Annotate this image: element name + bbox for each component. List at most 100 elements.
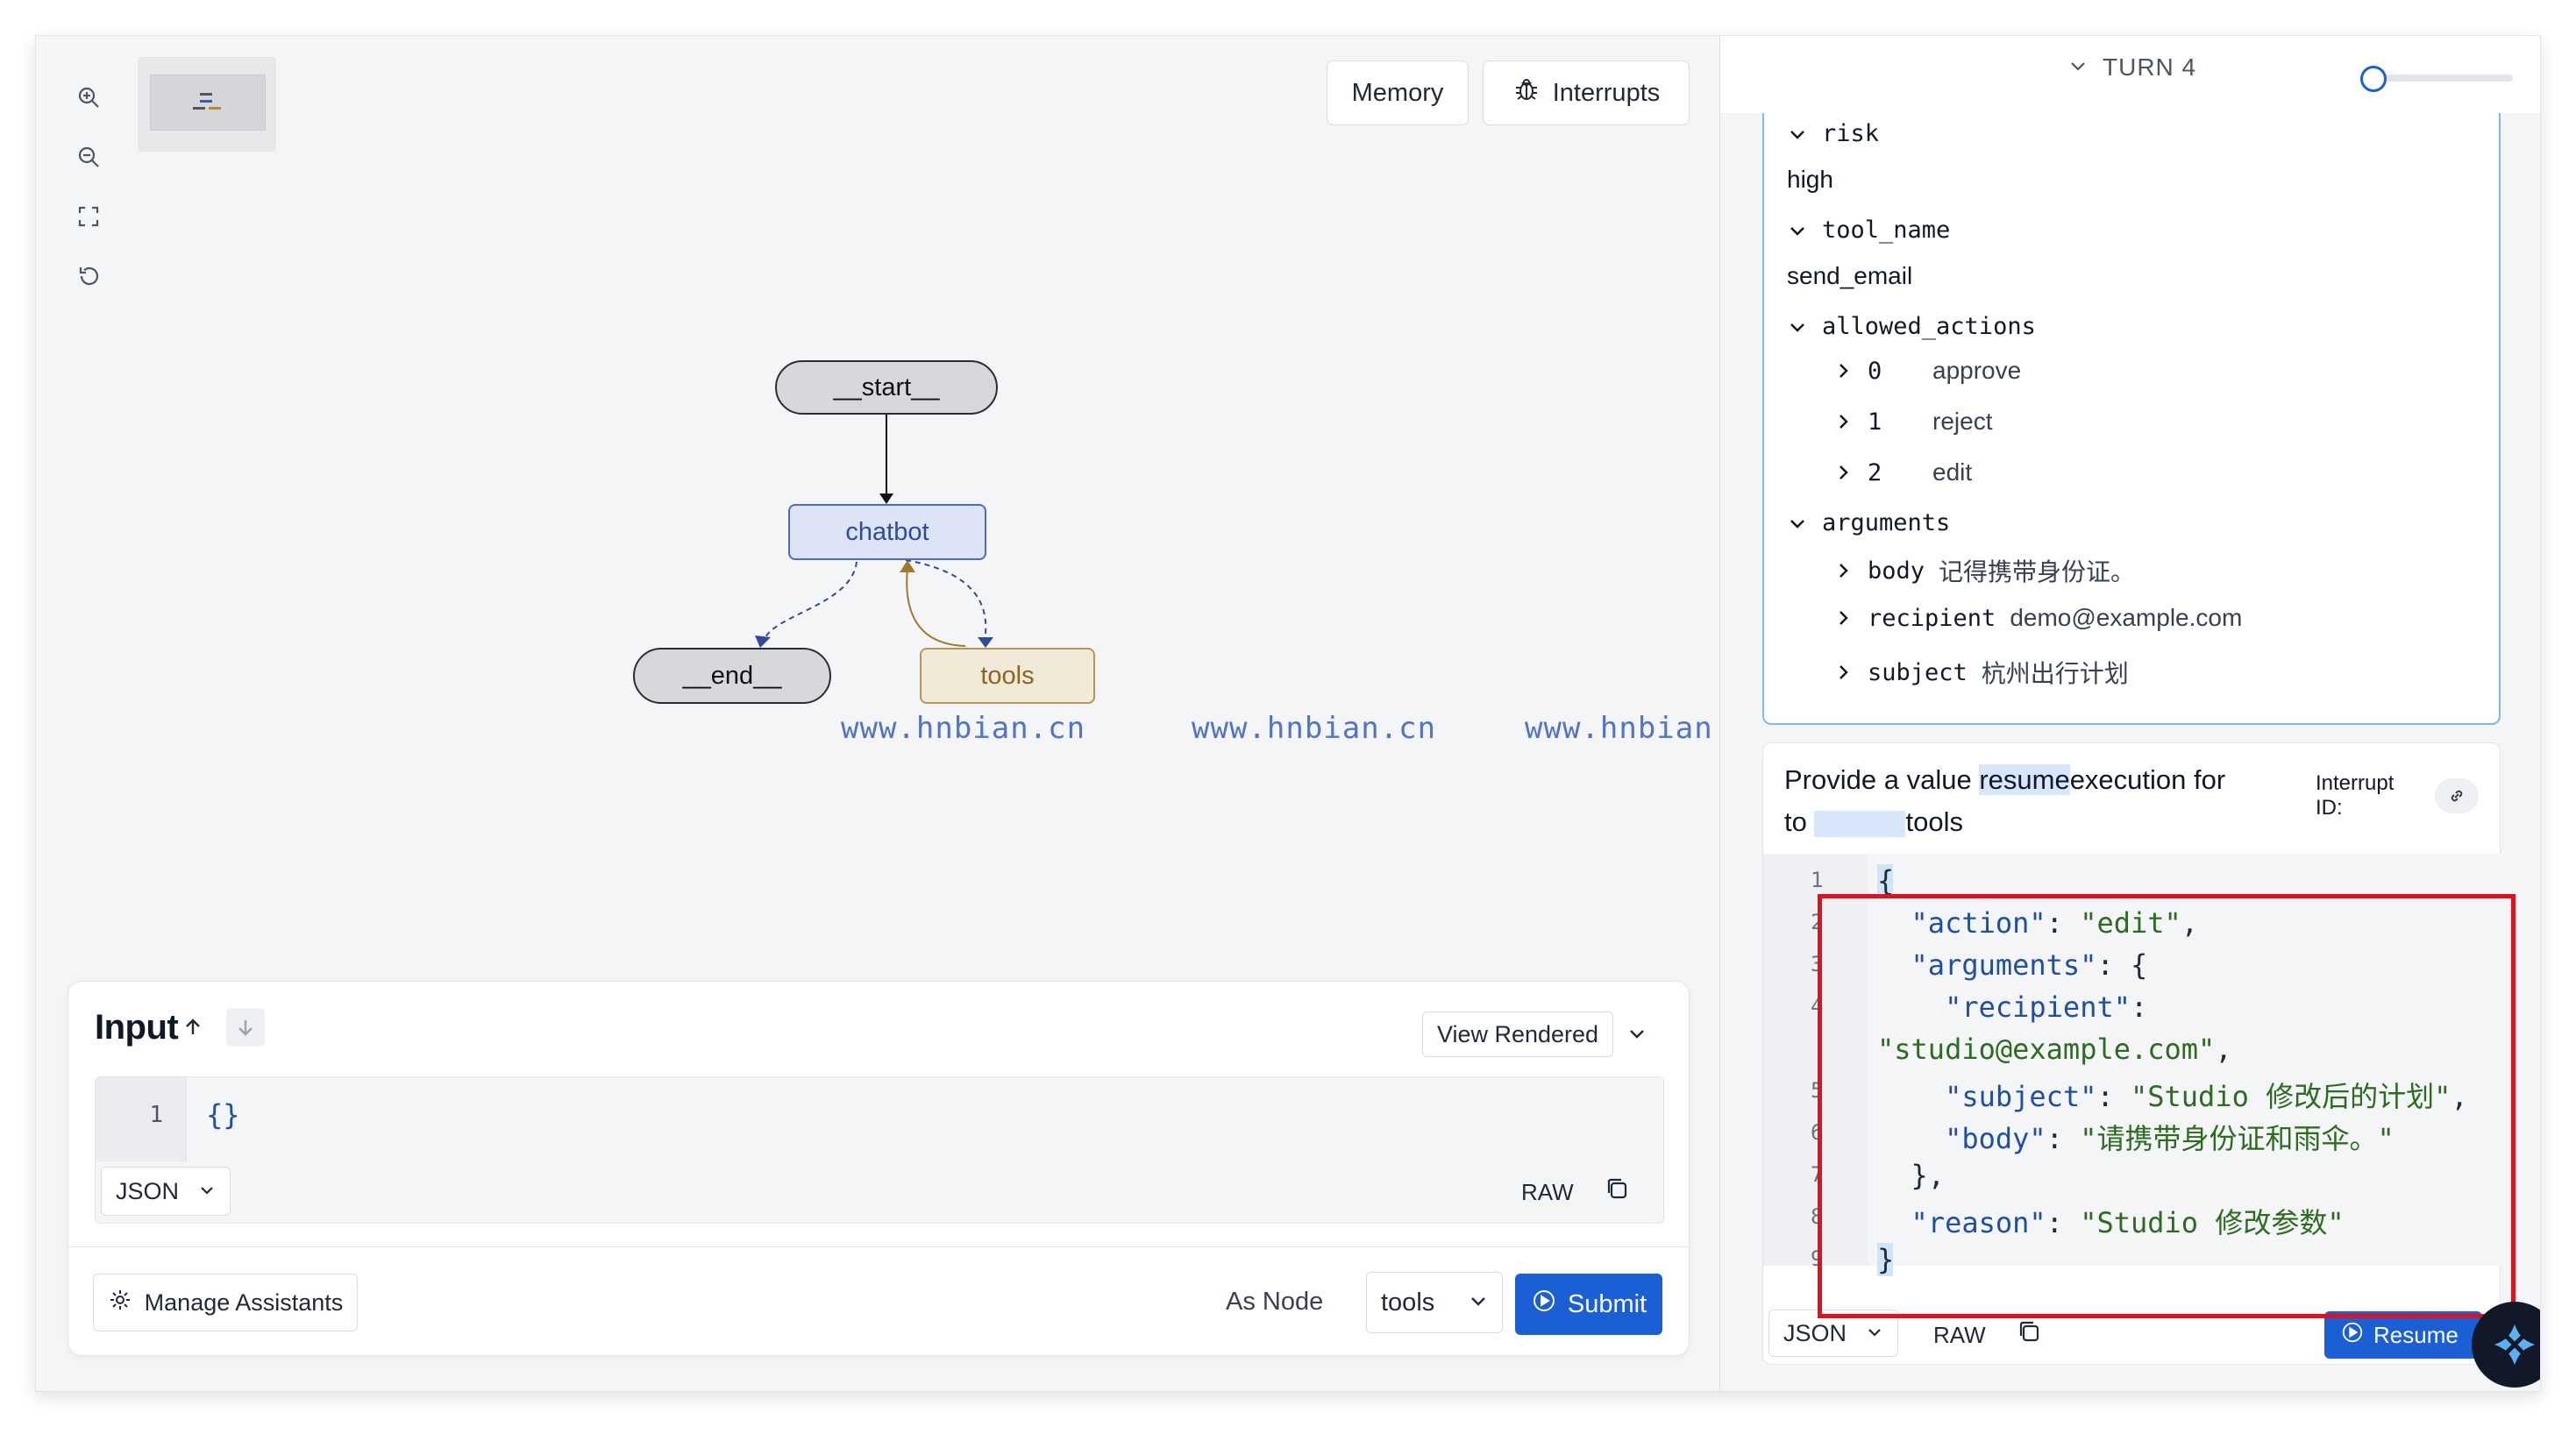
graph-canvas[interactable]: Memory Interrupts __start__ chatbot __en… xyxy=(36,36,1768,1391)
edge-start-chatbot-arrow xyxy=(879,493,893,504)
view-rendered-label: View Rendered xyxy=(1436,1020,1599,1047)
resume-label: Resume xyxy=(2373,1321,2459,1348)
input-footer: Manage Assistants As Node tools Submit xyxy=(68,1246,1689,1357)
tree-key: arguments xyxy=(1822,509,1951,536)
turn-header: TURN 4 xyxy=(1720,36,2540,113)
tree-index: 2 xyxy=(1868,458,1882,486)
node-tools-label: tools xyxy=(980,661,1035,690)
edge-chatbot-tools-arrow xyxy=(978,637,993,648)
tree-value: approve xyxy=(1932,357,2022,384)
arrow-down-icon[interactable] xyxy=(226,1008,265,1047)
node-chatbot[interactable]: chatbot xyxy=(788,504,986,560)
submit-button[interactable]: Submit xyxy=(1515,1274,1662,1335)
editor-code-area[interactable]: {} xyxy=(187,1077,1663,1161)
tree-row-argument[interactable]: body 记得携带身份证。 xyxy=(1831,553,2135,588)
chevron-right-icon[interactable] xyxy=(1831,558,1855,583)
thread-panel: risk high tool_name send_email allowed_a… xyxy=(1719,36,2540,1391)
interrupt-id-label: Interrupt ID: xyxy=(2316,771,2395,820)
copy-icon[interactable] xyxy=(1604,1175,1630,1206)
tree-index: 0 xyxy=(1868,357,1882,385)
tree-row-arguments[interactable]: arguments xyxy=(1785,509,1950,536)
edge-chatbot-end-arrow xyxy=(755,635,771,648)
resume-title-part: execution for xyxy=(2069,764,2226,795)
chevron-down-icon[interactable] xyxy=(1785,122,1810,146)
link-icon[interactable] xyxy=(2435,778,2479,813)
node-end-label: __end__ xyxy=(682,661,782,690)
annotation-highlight-box xyxy=(1818,894,2516,1318)
node-start[interactable]: __start__ xyxy=(775,360,998,415)
format-select[interactable]: JSON xyxy=(101,1167,231,1216)
chevron-right-icon[interactable] xyxy=(1831,660,1855,685)
manage-assistants-button[interactable]: Manage Assistants xyxy=(93,1274,358,1331)
node-start-label: __start__ xyxy=(833,373,940,401)
node-tools[interactable]: tools xyxy=(920,648,1095,704)
watermark-text: www.hnbian.cn xyxy=(1192,711,1437,746)
chevron-right-icon[interactable] xyxy=(1831,409,1855,434)
node-chatbot-label: chatbot xyxy=(845,517,929,546)
chevron-down-icon[interactable] xyxy=(1785,511,1810,536)
turn-slider-track[interactable] xyxy=(2376,75,2513,82)
resume-button[interactable]: Resume xyxy=(2324,1311,2482,1359)
chevron-down-icon xyxy=(1866,1320,1883,1347)
tree-value: reject xyxy=(1932,408,1993,435)
editor-code[interactable]: {} xyxy=(206,1098,240,1132)
tree-row-action[interactable]: 0 approve xyxy=(1831,357,2021,385)
tree-row-allowed-actions[interactable]: allowed_actions xyxy=(1785,313,2036,340)
tree-value-risk: high xyxy=(1787,166,1833,194)
tree-value: 记得携带身份证。 xyxy=(1939,558,2136,586)
chevron-right-icon[interactable] xyxy=(1831,358,1855,383)
selection-highlight xyxy=(1814,810,1906,837)
chevron-right-icon[interactable] xyxy=(1831,606,1855,630)
tree-key: allowed_actions xyxy=(1822,313,2036,340)
tree-row-action[interactable]: 1 reject xyxy=(1831,408,1992,436)
resume-card: Provide a value resumeexecution for to t… xyxy=(1762,742,2516,1365)
resume-title-part: to xyxy=(1784,806,1807,837)
gear-icon xyxy=(108,1288,132,1318)
tree-row-action[interactable]: 2 edit xyxy=(1831,458,1972,486)
manage-assistants-label: Manage Assistants xyxy=(144,1288,344,1316)
as-node-select[interactable]: tools xyxy=(1366,1272,1503,1333)
tree-value: send_email xyxy=(1787,262,1913,289)
play-circle-icon xyxy=(1531,1288,1557,1321)
tree-row-tool-name[interactable]: tool_name xyxy=(1785,217,1950,244)
as-node-label: As Node xyxy=(1226,1288,1324,1316)
view-rendered-button[interactable]: View Rendered xyxy=(1422,1012,1613,1057)
input-editor[interactable]: 1 {} JSON RAW xyxy=(95,1076,1664,1224)
tree-row-risk[interactable]: risk xyxy=(1785,120,1879,147)
edge-chatbot-end xyxy=(763,561,857,642)
format-value: JSON xyxy=(116,1177,180,1204)
tree-key: tool_name xyxy=(1822,217,1951,244)
editor-gutter: 1 xyxy=(96,1077,187,1161)
resume-title-part: Provide a value xyxy=(1784,764,1972,795)
chevron-right-icon[interactable] xyxy=(1831,460,1855,485)
chevron-down-icon xyxy=(198,1178,216,1205)
tree-key: body xyxy=(1868,557,1925,585)
raw-toggle[interactable]: RAW xyxy=(1521,1179,1574,1206)
copy-icon[interactable] xyxy=(2016,1318,2042,1349)
node-end[interactable]: __end__ xyxy=(633,648,831,704)
tree-row-argument[interactable]: recipient demo@example.com xyxy=(1831,604,2242,632)
tree-key: risk xyxy=(1822,120,1880,147)
resume-format-value: JSON xyxy=(1783,1319,1847,1346)
turn-slider-thumb[interactable] xyxy=(2360,66,2387,92)
chevron-down-icon[interactable] xyxy=(1785,315,1810,339)
resume-title: Provide a value resumeexecution for to t… xyxy=(1784,759,2275,843)
studio-window: Memory Interrupts __start__ chatbot __en… xyxy=(35,35,2541,1392)
chevron-down-icon xyxy=(1469,1288,1488,1317)
watermark-text: www.hnbian.cn xyxy=(841,711,1086,746)
chevron-down-icon[interactable] xyxy=(1785,218,1810,243)
line-number: 1 xyxy=(149,1102,163,1128)
edge-tools-chatbot xyxy=(906,568,966,647)
arrow-up-icon[interactable] xyxy=(174,1008,212,1047)
interrupt-value-box: risk high tool_name send_email allowed_a… xyxy=(1762,104,2501,725)
tree-index: 1 xyxy=(1868,408,1882,436)
as-node-value: tools xyxy=(1381,1288,1435,1317)
tree-value: edit xyxy=(1932,458,1973,486)
turn-toggle[interactable]: TURN 4 xyxy=(2067,53,2196,82)
resume-title-part: tools xyxy=(1905,806,1963,837)
tree-value-tool-name: send_email xyxy=(1787,262,1912,290)
resume-raw-toggle[interactable]: RAW xyxy=(1933,1322,1986,1349)
chevron-down-icon[interactable] xyxy=(1626,1022,1648,1049)
tree-row-argument[interactable]: subject 杭州出行计划 xyxy=(1831,655,2129,690)
tree-key: subject xyxy=(1868,658,1968,686)
